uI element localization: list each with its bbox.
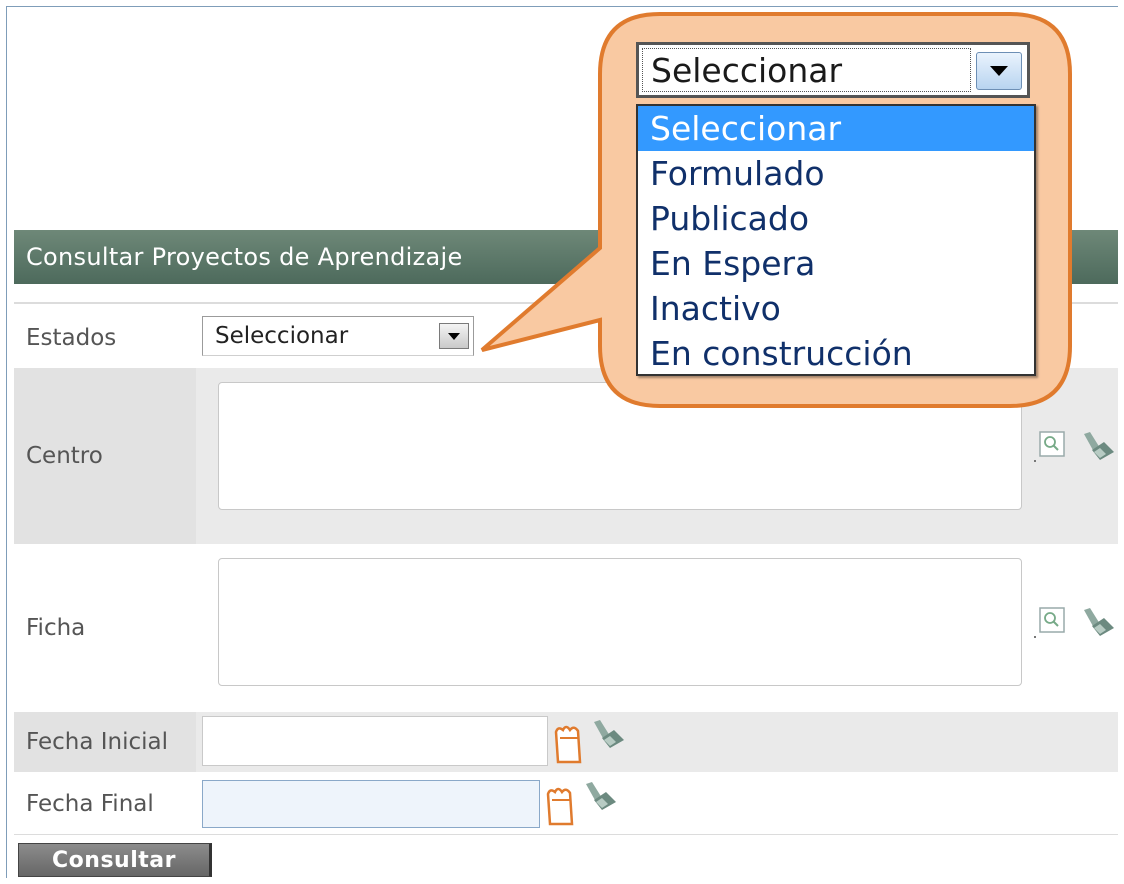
callout-select[interactable]: Seleccionar <box>636 42 1030 98</box>
status-dropdown-list: Seleccionar Formulado Publicado En Esper… <box>636 104 1036 376</box>
chevron-down-icon[interactable] <box>976 52 1022 90</box>
callout-select-value: Seleccionar <box>651 50 843 90</box>
option-publicado[interactable]: Publicado <box>638 196 1034 241</box>
option-inactivo[interactable]: Inactivo <box>638 286 1034 331</box>
option-formulado[interactable]: Formulado <box>638 151 1034 196</box>
option-en-espera[interactable]: En Espera <box>638 241 1034 286</box>
option-en-construccion[interactable]: En construcción <box>638 331 1034 376</box>
option-seleccionar[interactable]: Seleccionar <box>638 106 1034 151</box>
